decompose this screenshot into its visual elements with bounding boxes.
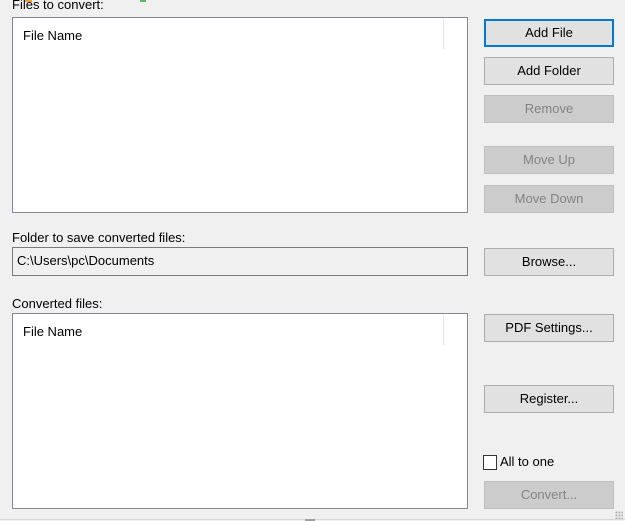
output-folder-label: Folder to save converted files: [12,230,186,245]
file-name-column-header[interactable]: File Name [23,324,82,339]
resize-grip-icon[interactable] [615,511,623,519]
register-button[interactable]: Register... [484,385,614,413]
output-folder-field[interactable]: C:\Users\pc\Documents [12,247,468,276]
column-separator[interactable] [443,19,444,49]
convert-button[interactable]: Convert... [484,481,614,509]
files-to-convert-list[interactable]: File Name [12,17,468,213]
remove-button[interactable]: Remove [484,95,614,123]
file-name-column-header[interactable]: File Name [23,28,82,43]
files-to-convert-label: Files to convert: [12,0,104,12]
column-separator[interactable] [443,315,444,345]
browse-button[interactable]: Browse... [484,248,614,276]
converted-files-list[interactable]: File Name [12,313,468,509]
converted-files-label: Converted files: [12,296,103,311]
pdf-settings-button[interactable]: PDF Settings... [484,314,614,342]
move-up-button[interactable]: Move Up [484,146,614,174]
all-to-one-label: All to one [500,454,555,469]
add-file-button[interactable]: Add File [484,19,614,47]
move-down-button[interactable]: Move Down [484,185,614,213]
clipped-icon-fragment [140,0,146,2]
add-folder-button[interactable]: Add Folder [484,57,614,85]
checkbox-box[interactable] [483,455,497,470]
